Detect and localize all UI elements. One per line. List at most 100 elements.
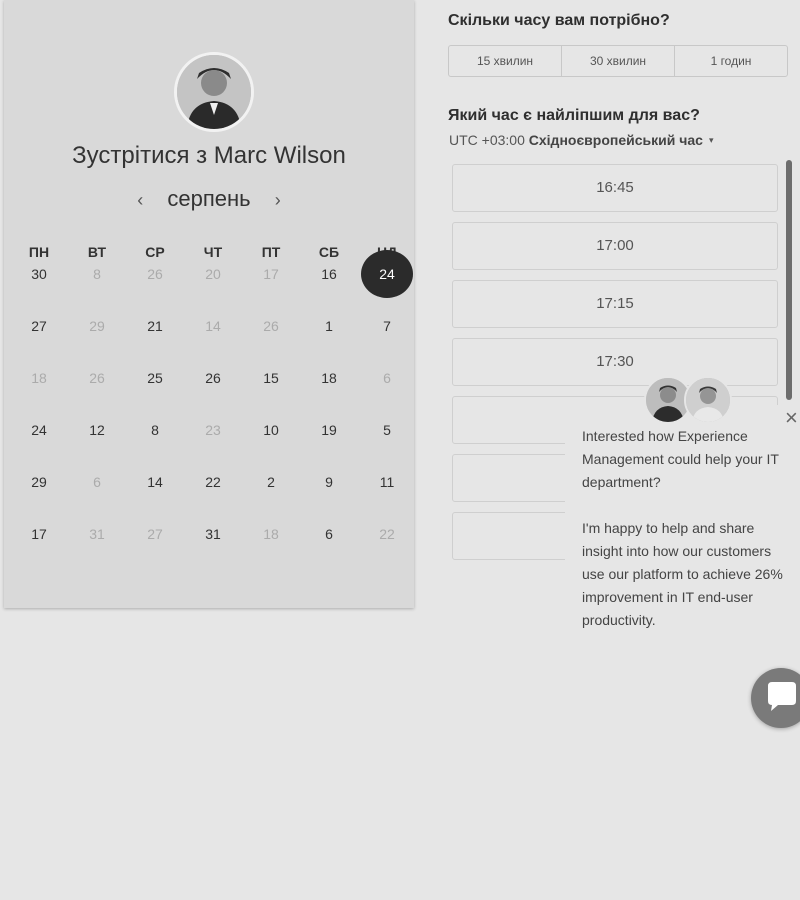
chat-message-line: Interested how Experience Management cou… <box>582 428 779 490</box>
calendar-day[interactable]: 16 <box>300 262 358 314</box>
calendar-day-number: 17 <box>31 526 47 542</box>
calendar-day[interactable]: 1 <box>300 314 358 366</box>
calendar-day[interactable]: 2 <box>242 470 300 522</box>
calendar-grid: 30 8 26 20 17 16 24 27 29 21 14 26 1 7 18 26 25 26 15 18 6 24… <box>10 250 416 574</box>
calendar-day-number: 24 <box>361 250 413 298</box>
chat-message: Interested how Experience Management cou… <box>582 425 797 632</box>
time-slot[interactable]: 17:15 <box>452 280 778 328</box>
calendar-day[interactable]: 29 <box>10 470 68 522</box>
calendar-day[interactable]: 5 <box>358 418 416 470</box>
time-heading: Який час є найліпшим для вас? <box>448 107 700 124</box>
calendar-day-number: 26 <box>205 370 221 386</box>
weekday-label: ЧТ <box>203 244 223 260</box>
weekday-label: ВТ <box>87 244 107 260</box>
duration-60-button[interactable]: 1 годин <box>675 46 787 76</box>
time-slot[interactable]: 16:45 <box>452 164 778 212</box>
weekday-label: ПН <box>28 244 50 260</box>
calendar-day: 17 <box>242 262 300 314</box>
month-label: серпень <box>167 186 251 211</box>
calendar-day[interactable]: 10 <box>242 418 300 470</box>
calendar-day[interactable]: 9 <box>300 470 358 522</box>
calendar-day-number: 8 <box>151 422 159 438</box>
timezone-dropdown[interactable]: UTC +03:00 Східноєвропейський час ▾ <box>449 132 713 148</box>
calendar-day-number: 31 <box>205 526 221 542</box>
next-month-button[interactable]: › <box>275 190 281 210</box>
calendar-day[interactable]: 30 <box>10 262 68 314</box>
calendar-day[interactable]: 27 <box>10 314 68 366</box>
calendar-day-number: 10 <box>263 422 279 438</box>
prev-month-button[interactable]: ‹ <box>137 190 143 210</box>
calendar-day: 23 <box>184 418 242 470</box>
weekday-label: СР <box>145 244 165 260</box>
calendar-day-number: 14 <box>147 474 163 490</box>
calendar-day[interactable]: 26 <box>184 366 242 418</box>
calendar-day[interactable]: 8 <box>126 418 184 470</box>
calendar-day: 29 <box>68 314 126 366</box>
calendar-day: 26 <box>68 366 126 418</box>
person-icon <box>177 55 251 129</box>
calendar-day[interactable]: 17 <box>10 522 68 574</box>
calendar-day-number: 27 <box>31 318 47 334</box>
calendar-day-number: 20 <box>205 266 221 282</box>
chat-message-bubble: Interested how Experience Management cou… <box>565 405 800 650</box>
calendar-day: 6 <box>358 366 416 418</box>
chat-launcher-button[interactable] <box>751 668 800 728</box>
calendar-day-number: 16 <box>321 266 337 282</box>
calendar-day-number: 1 <box>325 318 333 334</box>
timezone-offset: UTC +03:00 <box>449 132 525 148</box>
calendar-day: 6 <box>68 470 126 522</box>
calendar-day-number: 21 <box>147 318 163 334</box>
person-icon <box>686 378 730 422</box>
calendar-day: 18 <box>242 522 300 574</box>
calendar-day: 8 <box>68 262 126 314</box>
calendar-panel: Зустрітися з Marc Wilson ‹ серпень › ПН В… <box>4 0 414 608</box>
calendar-day: 20 <box>184 262 242 314</box>
duration-heading: Скільки часу вам потрібно? <box>448 12 670 29</box>
duration-15-button[interactable]: 15 хвилин <box>449 46 562 76</box>
calendar-day[interactable]: 12 <box>68 418 126 470</box>
calendar-day-number: 15 <box>263 370 279 386</box>
calendar-day-number: 11 <box>379 474 395 490</box>
calendar-day[interactable]: 11 <box>358 470 416 522</box>
calendar-day-number: 22 <box>205 474 221 490</box>
calendar-day[interactable]: 22 <box>184 470 242 522</box>
host-avatar <box>174 52 254 132</box>
calendar-day: 18 <box>10 366 68 418</box>
timezone-name: Східноєвропейський час <box>528 132 703 148</box>
calendar-day-number: 22 <box>379 526 395 542</box>
calendar-day: 26 <box>242 314 300 366</box>
month-navigation: ‹ серпень › <box>4 186 414 212</box>
calendar-day[interactable]: 25 <box>126 366 184 418</box>
calendar-day-number: 19 <box>321 422 337 438</box>
calendar-day[interactable]: 31 <box>184 522 242 574</box>
chat-close-button[interactable]: × <box>785 405 798 431</box>
calendar-day[interactable]: 6 <box>300 522 358 574</box>
calendar-day-number: 26 <box>147 266 163 282</box>
calendar-day-number: 29 <box>89 318 105 334</box>
calendar-day-number: 6 <box>383 370 391 386</box>
calendar-day[interactable]: 24 <box>10 418 68 470</box>
calendar-day: 22 <box>358 522 416 574</box>
calendar-day-selected[interactable]: 24 <box>358 250 416 314</box>
calendar-day-number: 24 <box>31 422 47 438</box>
calendar-day-number: 8 <box>93 266 101 282</box>
calendar-day[interactable]: 14 <box>126 470 184 522</box>
calendar-day-number: 25 <box>147 370 163 386</box>
weekday-label: ПТ <box>261 244 281 260</box>
calendar-day[interactable]: 21 <box>126 314 184 366</box>
chat-icon <box>768 682 796 711</box>
calendar-day-number: 14 <box>205 318 221 334</box>
calendar-day-number: 5 <box>383 422 391 438</box>
slots-scrollbar[interactable] <box>786 160 792 400</box>
calendar-day[interactable]: 15 <box>242 366 300 418</box>
calendar-day: 14 <box>184 314 242 366</box>
calendar-day[interactable]: 7 <box>358 314 416 366</box>
duration-30-button[interactable]: 30 хвилин <box>562 46 675 76</box>
calendar-day-number: 12 <box>89 422 105 438</box>
calendar-day[interactable]: 18 <box>300 366 358 418</box>
page-title: Зустрітися з Marc Wilson <box>72 142 346 169</box>
calendar-day-number: 6 <box>93 474 101 490</box>
calendar-day[interactable]: 19 <box>300 418 358 470</box>
time-slot[interactable]: 17:00 <box>452 222 778 270</box>
calendar-day-number: 18 <box>263 526 279 542</box>
